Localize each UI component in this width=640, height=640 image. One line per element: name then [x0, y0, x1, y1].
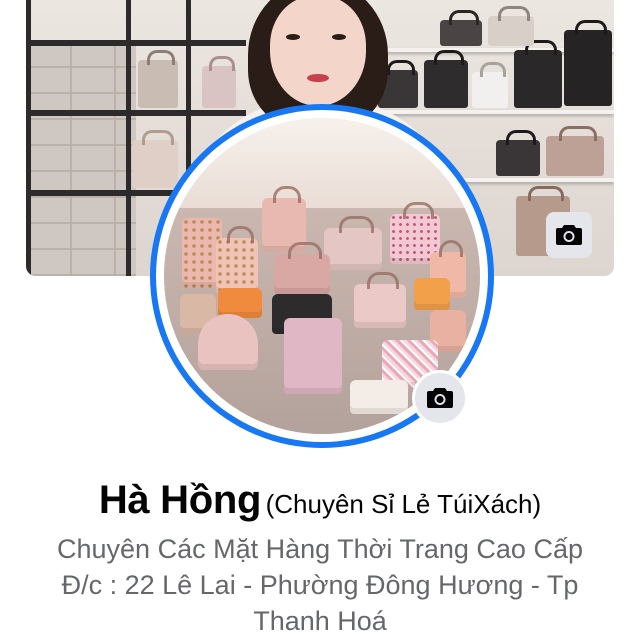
- bag: [514, 40, 562, 108]
- bag: [350, 380, 408, 414]
- bag: [198, 314, 258, 370]
- bio-line: Chuyên Các Mặt Hàng Thời Trang Cao Cấp: [57, 534, 583, 564]
- cover-person-face: [270, 0, 366, 106]
- bag: [216, 226, 258, 294]
- bag: [138, 50, 178, 108]
- bag: [274, 242, 330, 294]
- bag: [414, 278, 450, 310]
- bag: [354, 272, 406, 328]
- edit-profile-picture-button[interactable]: [412, 370, 468, 426]
- shelf-board: [376, 110, 614, 114]
- bag: [546, 126, 604, 176]
- shelf-board: [26, 40, 246, 46]
- edit-cover-photo-button[interactable]: [546, 212, 592, 258]
- bio-line: Đ/c : 22 Lê Lai - Phường Đông Hương - Tp: [61, 570, 579, 600]
- bag: [202, 56, 236, 108]
- profile-picture-wall: [164, 118, 480, 208]
- bag: [496, 130, 540, 176]
- bag: [284, 318, 342, 394]
- cover-brick-wall: [26, 40, 136, 276]
- bag: [324, 216, 382, 270]
- cover-person-eye: [286, 34, 300, 40]
- cover-person-eye: [332, 34, 346, 40]
- cover-person-lips: [307, 74, 329, 82]
- bag: [440, 10, 482, 46]
- profile-alternate-name: (Chuyên Sỉ Lẻ TúiXách): [265, 489, 542, 519]
- bag: [424, 50, 468, 108]
- camera-icon: [426, 386, 454, 410]
- profile-name-line: Hà Hồng (Chuyên Sỉ Lẻ TúiXách): [0, 478, 640, 523]
- bag: [472, 62, 508, 108]
- bag: [564, 20, 612, 106]
- bag: [488, 6, 534, 46]
- bio-line: Thanh Hoá: [253, 606, 387, 636]
- camera-icon: [555, 223, 583, 247]
- profile-name: Hà Hồng: [98, 478, 262, 522]
- shelf-board: [26, 110, 246, 116]
- profile-bio: Chuyên Các Mặt Hàng Thời Trang Cao Cấp Đ…: [20, 531, 620, 639]
